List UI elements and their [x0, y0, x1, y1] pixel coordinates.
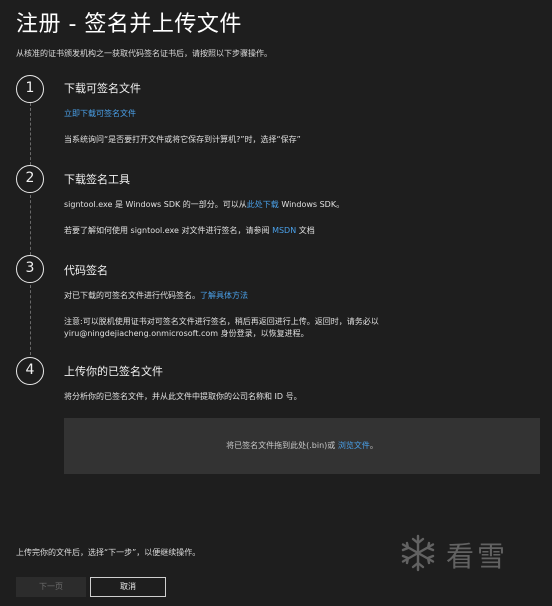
browse-files-link[interactable]: 浏览文件 [338, 441, 370, 450]
step-2-line-2-text: 若要了解如何使用 signtool.exe 对文件进行签名，请参阅 [64, 226, 273, 235]
page-title: 注册 - 签名并上传文件 [16, 12, 242, 37]
step-3-line-1: 对已下载的可签名文件进行代码签名。了解具体方法 [64, 290, 248, 301]
step-3-title: 代码签名 [64, 264, 108, 277]
step-2-number: 2 [16, 165, 44, 193]
download-signable-file-link[interactable]: 立即下载可签名文件 [64, 108, 136, 119]
step-4-title: 上传你的已签名文件 [64, 365, 163, 378]
step-1-number: 1 [16, 75, 44, 103]
step-4-number: 4 [16, 357, 44, 385]
step-3-note-line-1: 注意:可以脱机使用证书对可签名文件进行签名，稍后再返回进行上传。返回时，请务必以 [64, 317, 379, 326]
step-connector [30, 195, 31, 255]
step-2-line-2-suffix: 文档 [296, 226, 315, 235]
drop-zone-suffix: 。 [369, 441, 378, 450]
msdn-link[interactable]: MSDN [272, 226, 296, 235]
step-connector [30, 285, 31, 355]
footer-note: 上传完你的文件后，选择“下一步”，以便继续操作。 [16, 548, 201, 557]
step-3-line-1-text: 对已下载的可签名文件进行代码签名。 [64, 291, 200, 300]
intro-text: 从核准的证书颁发机构之一获取代码签名证书后，请按照以下步骤操作。 [16, 49, 272, 58]
sdk-download-link[interactable]: 此处下载 [247, 200, 279, 209]
step-2-line-1-suffix: Windows SDK。 [278, 200, 345, 209]
step-3-note-line-2: yiru@ningdejiacheng.onmicrosoft.com 身份登录… [64, 329, 309, 338]
next-page-button[interactable]: 下一页 [16, 577, 86, 597]
cancel-button[interactable]: 取消 [90, 577, 166, 597]
file-drop-zone[interactable]: 将已签名文件拖到此处(.bin)或 浏览文件。 [64, 418, 540, 474]
watermark-text: 看雪 [446, 540, 509, 573]
step-1-title: 下载可签名文件 [64, 82, 141, 95]
drop-zone-text: 将已签名文件拖到此处(.bin)或 [226, 441, 338, 450]
step-4-description: 将分析你的已签名文件，并从此文件中提取你的公司名称和 ID 号。 [64, 392, 302, 401]
step-2-line-2: 若要了解如何使用 signtool.exe 对文件进行签名，请参阅 MSDN 文… [64, 225, 315, 236]
step-2-line-1: signtool.exe 是 Windows SDK 的一部分。可以从此处下载 … [64, 199, 344, 210]
step-2-title: 下载签名工具 [64, 173, 130, 186]
step-2-line-1-text: signtool.exe 是 Windows SDK 的一部分。可以从 [64, 200, 247, 209]
watermark: 看雪 [398, 530, 538, 580]
step-connector [30, 103, 31, 165]
learn-how-link[interactable]: 了解具体方法 [200, 291, 248, 300]
step-3-number: 3 [16, 255, 44, 283]
snowflake-icon [398, 533, 438, 577]
step-1-note: 当系统询问“是否要打开文件或将它保存到计算机?”时，选择“保存” [64, 135, 301, 144]
